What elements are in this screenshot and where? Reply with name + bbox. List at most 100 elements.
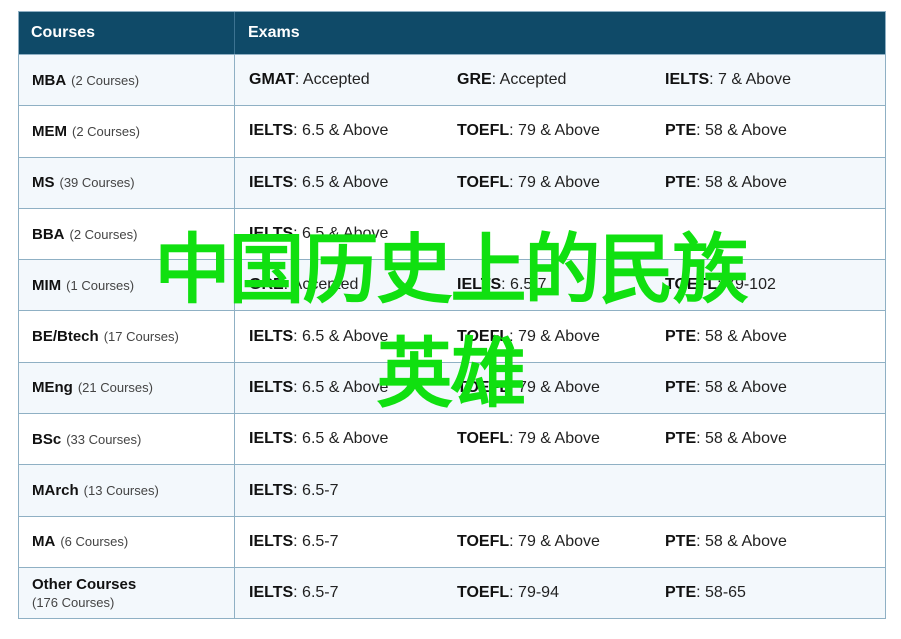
course-count: (39 Courses) [59,175,135,191]
course-count: (21 Courses) [77,380,153,396]
exams-cell: IELTS: 6.5-7 TOEFL: 79 & Above PTE: 58 & A… [235,517,885,567]
exam-score: : 6.5-7 [293,584,339,602]
course-cell: MEM (2 Courses) [19,106,235,157]
exam-requirement: TOEFL: 79 & Above [457,379,665,397]
course-name[interactable]: MEM [32,123,67,140]
exam-test-name: GRE [457,71,492,89]
exam-score: : 6.5 & Above [293,173,389,191]
exams-cell: IELTS: 6.5 & Above TOEFL: 79 & Above PTE: … [235,311,885,361]
course-name[interactable]: MBA [32,72,66,89]
exam-score: : 7 & Above [709,71,791,89]
exam-requirement: PTE: 58 & Above [665,174,873,192]
exam-requirement: IELTS: 6.5-7 [249,533,457,551]
exam-score: : 79 & Above [509,327,600,345]
exam-score: : 79 & Above [509,378,600,396]
course-count: (17 Courses) [103,329,179,345]
course-cell: Other Courses (176 Courses) [19,567,235,619]
course-name[interactable]: BBA [32,226,65,243]
course-cell: MArch (13 Courses) [19,465,235,516]
exam-test-name: TOEFL [665,276,718,294]
exam-requirement: GRE: Accepted [457,71,665,89]
exam-score: : Accepted [283,276,359,294]
exam-test-name: PTE [665,584,697,602]
exam-requirement: TOEFL: 79 & Above [457,174,665,192]
exam-test-name: TOEFL [457,327,510,345]
course-cell: BSc (33 Courses) [19,414,235,465]
course-count: (1 Courses) [66,277,135,293]
exam-requirement: PTE: 58 & Above [665,379,873,397]
exam-test-name: GRE [249,276,284,294]
exam-test-name: TOEFL [457,378,510,396]
exam-score: : Accepted [294,71,370,89]
table-row: BE/Btech (17 Courses) IELTS: 6.5 & Above TO… [19,310,885,362]
exam-score: : 58 & Above [696,378,787,396]
exam-score: : 6.5 & Above [293,225,389,243]
course-name[interactable]: MA [32,533,55,550]
table-row: BSc (33 Courses) IELTS: 6.5 & Above TOEFL: … [19,413,885,465]
course-name[interactable]: MS [32,174,55,191]
exam-score: : 58 & Above [696,122,787,140]
exam-requirement: TOEFL: 79 & Above [457,430,665,448]
exams-cell: IELTS: 6.5-7 TOEFL: 79-94 PTE: 58-65 [235,568,885,618]
exam-requirement: IELTS: 6.5-7 [457,276,665,294]
course-name[interactable]: MIM [32,277,61,294]
exam-score: : 6.5 & Above [293,122,389,140]
exam-requirements-table: Courses Exams MBA (2 Courses) GMAT: Accept… [18,11,886,620]
exam-score: : 79 & Above [509,532,600,550]
course-cell: MA (6 Courses) [19,516,235,567]
course-name[interactable]: MArch [32,482,79,499]
exam-test-name: IELTS [249,122,294,140]
exams-cell: IELTS: 6.5 & Above TOEFL: 79 & Above PTE: … [235,106,885,156]
course-cell: BE/Btech (17 Courses) [19,311,235,362]
course-cell: MEng (21 Courses) [19,362,235,414]
exam-score: : 6.5 & Above [293,430,389,448]
course-name[interactable]: BE/Btech [32,328,99,345]
exam-requirement: TOEFL: 79 & Above [457,122,665,140]
exam-requirement: PTE: 58 & Above [665,533,873,551]
exam-requirement: IELTS: 6.5 & Above [249,225,457,243]
exam-requirement: PTE: 58 & Above [665,430,873,448]
exam-requirement: IELTS: 6.5-7 [249,584,457,602]
course-count: (2 Courses) [69,226,138,242]
exam-score: : 79-102 [717,276,776,294]
exam-requirement: TOEFL: 79-102 [665,276,873,294]
exam-requirement: IELTS: 6.5 & Above [249,122,457,140]
exam-test-name: PTE [665,430,697,448]
table-row: BBA (2 Courses) IELTS: 6.5 & Above [19,207,885,260]
exam-score: : 58-65 [696,584,746,602]
course-name[interactable]: MEng [32,379,73,396]
table-row: MEng (21 Courses) IELTS: 6.5 & Above TOEFL:… [19,361,885,414]
exam-test-name: IELTS [457,276,502,294]
exam-test-name: IELTS [249,532,294,550]
exam-score: : Accepted [491,71,567,89]
exam-test-name: TOEFL [457,122,510,140]
exam-test-name: PTE [665,327,697,345]
table-row: Other Courses (176 Courses) IELTS: 6.5-7 TO… [19,566,885,619]
table-row: MA (6 Courses) IELTS: 6.5-7 TOEFL: 79 & Abo… [19,515,885,567]
table-row: MEM (2 Courses) IELTS: 6.5 & Above TOEFL: 7… [19,105,885,157]
exam-requirement: PTE: 58 & Above [665,328,873,346]
exams-cell: IELTS: 6.5 & Above [235,209,885,259]
table-row: MArch (13 Courses) IELTS: 6.5-7 [19,464,885,516]
exam-score: : 58 & Above [696,327,787,345]
course-count: (13 Courses) [83,483,159,499]
exam-score: : 79 & Above [509,173,600,191]
course-count: (33 Courses) [66,431,142,447]
exam-test-name: TOEFL [457,584,510,602]
exam-test-name: IELTS [249,225,294,243]
course-count: (2 Courses) [71,72,140,88]
exam-test-name: PTE [665,378,697,396]
course-count: (6 Courses) [60,534,129,550]
exam-test-name: IELTS [249,327,294,345]
exam-test-name: IELTS [249,584,294,602]
course-name[interactable]: BSc [32,431,61,448]
exam-test-name: IELTS [249,430,294,448]
exam-score: : 58 & Above [696,173,787,191]
exam-score: : 6.5-7 [293,532,339,550]
exam-test-name: IELTS [249,481,294,499]
exams-cell: GRE: Accepted IELTS: 6.5-7 TOEFL: 79-102 [235,260,885,310]
course-name[interactable]: Other Courses [32,576,136,593]
exam-requirement: IELTS: 6.5 & Above [249,328,457,346]
exam-requirement: PTE: 58-65 [665,584,873,602]
exam-requirement: IELTS: 7 & Above [665,71,873,89]
